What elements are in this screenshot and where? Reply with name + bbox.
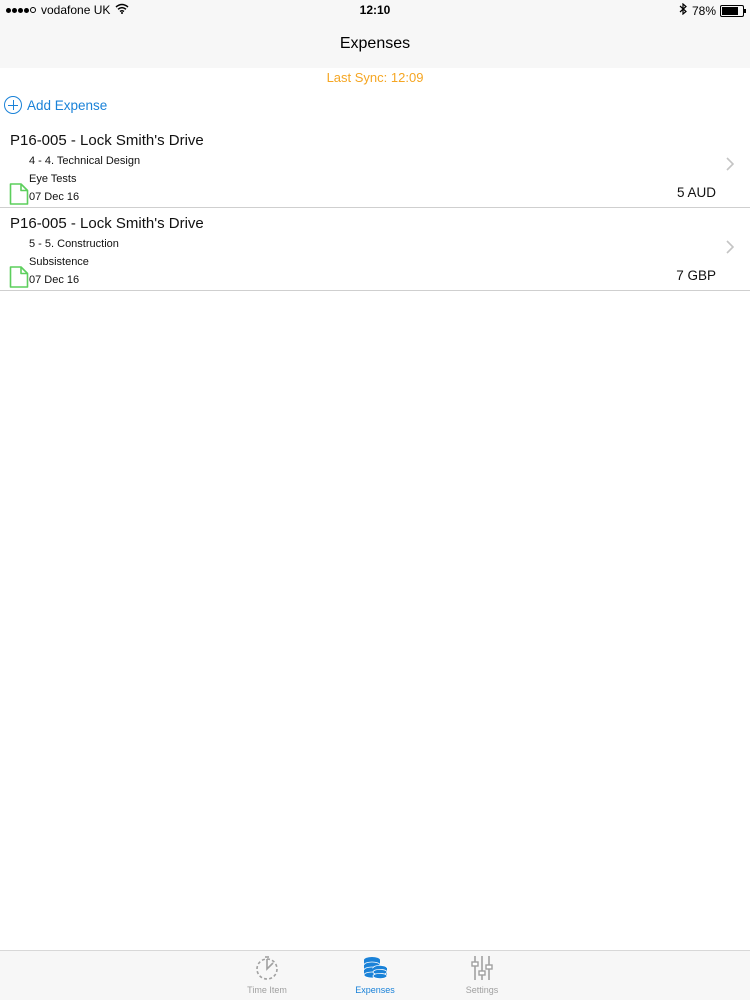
chevron-right-icon [726,240,735,259]
expense-project-title: P16-005 - Lock Smith's Drive [10,215,204,232]
chevron-right-icon [726,157,735,176]
document-icon [9,183,29,210]
last-sync-label: Last Sync: 12:09 [326,70,424,85]
expense-project-title: P16-005 - Lock Smith's Drive [10,132,204,149]
expense-date: 07 Dec 16 [29,274,80,286]
expense-row[interactable]: P16-005 - Lock Smith's Drive 5 - 5. Cons… [0,208,750,291]
navigation-bar: Expenses [0,22,750,68]
expense-row[interactable]: P16-005 - Lock Smith's Drive 4 - 4. Tech… [0,125,750,208]
expense-date: 07 Dec 16 [29,191,80,203]
battery-icon [720,4,746,17]
tab-settings-label: Settings [465,985,499,995]
tab-time-item[interactable]: Time Item [232,954,302,995]
tab-expenses-label: Expenses [355,985,395,995]
expense-stage: 4 - 4. Technical Design [29,155,141,167]
stopwatch-icon [232,954,302,982]
status-time: 12:10 [359,3,391,17]
tab-expenses[interactable]: Expenses [340,954,410,995]
coins-icon [340,954,410,982]
battery-fill [722,6,738,15]
expense-category: Subsistence [29,256,89,268]
status-right: 78% [679,2,746,18]
add-expense-button[interactable]: Add Expense [4,96,107,114]
status-bar: vodafone UK 12:10 78% [0,0,750,22]
tab-time-item-label: Time Item [247,985,287,995]
expense-category: Eye Tests [29,173,77,185]
bluetooth-icon [679,2,687,18]
expense-amount: 5 AUD [676,185,716,200]
tab-bar: Time Item Expenses Settings [0,950,750,1000]
battery-percent: 78% [691,3,716,18]
tab-settings[interactable]: Settings [447,954,517,995]
page-title: Expenses [339,35,411,52]
expense-list: P16-005 - Lock Smith's Drive 4 - 4. Tech… [0,125,750,291]
add-expense-label: Add Expense [27,97,108,113]
document-icon [9,266,29,293]
add-circle-icon [4,96,22,114]
expense-amount: 7 GBP [676,268,716,283]
sliders-icon [447,954,517,982]
expense-stage: 5 - 5. Construction [29,238,119,250]
